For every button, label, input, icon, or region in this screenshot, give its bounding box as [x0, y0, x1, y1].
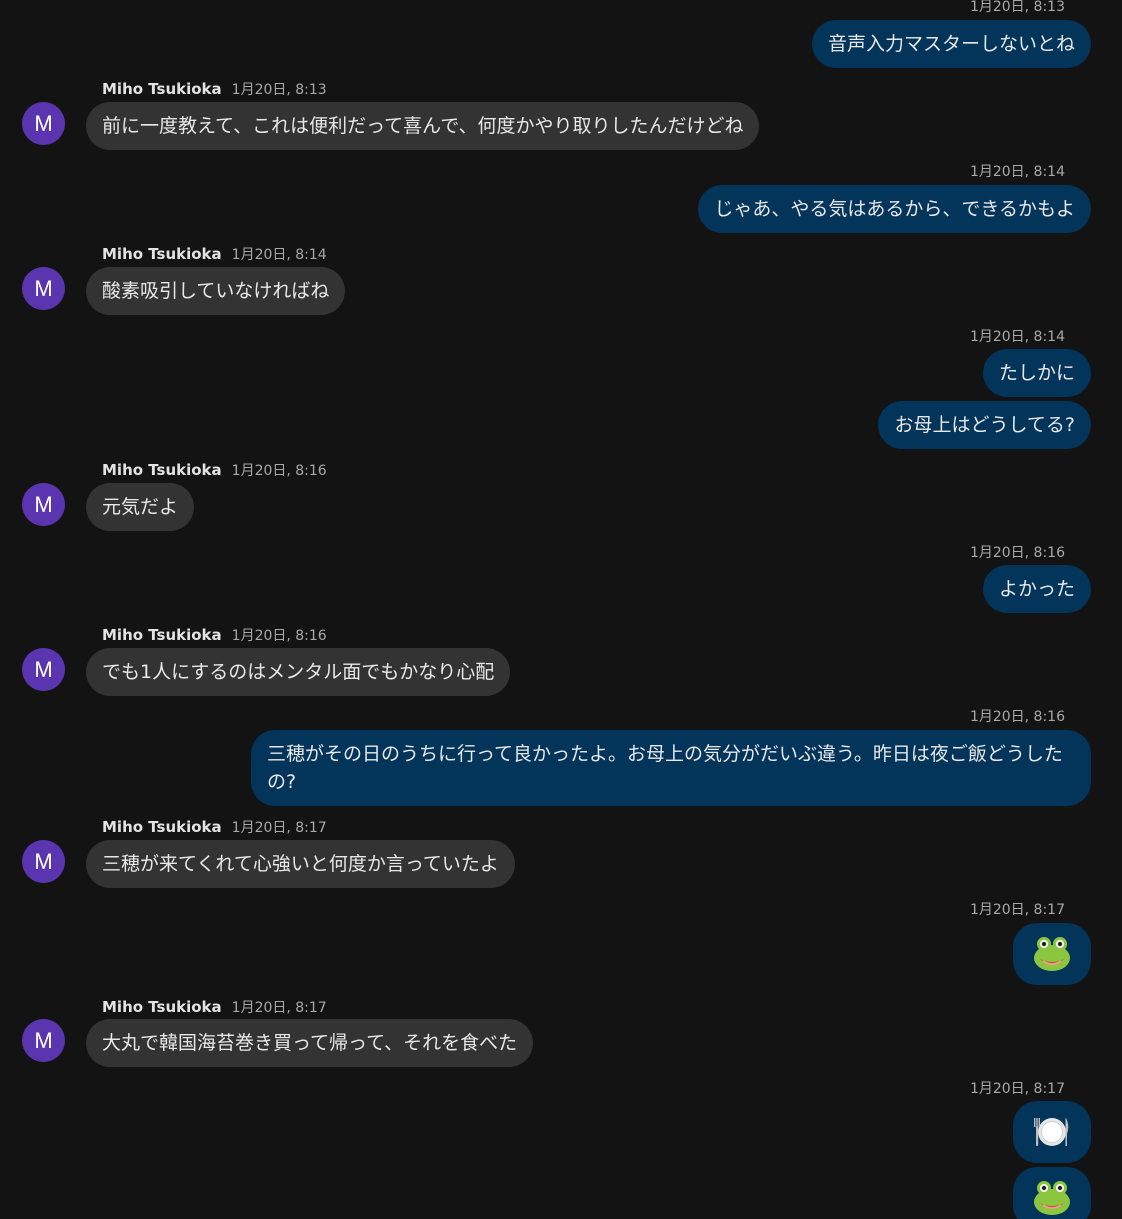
message-timestamp: 1月20日, 8:16	[231, 628, 327, 644]
sender-name: Miho Tsukioka	[102, 818, 222, 836]
incoming-message-bubble[interactable]: 元気だよ	[86, 483, 195, 531]
message-timestamp: 1月20日, 8:14	[969, 329, 1065, 345]
avatar[interactable]: M	[22, 267, 65, 310]
incoming-message-bubble[interactable]: でも1人にするのはメンタル面でもかなり心配	[86, 648, 511, 696]
message-timestamp: 1月20日, 8:13	[231, 82, 327, 98]
message-timestamp: 1月20日, 8:17	[969, 902, 1065, 918]
avatar[interactable]: M	[22, 483, 65, 526]
outgoing-message-bubble[interactable]: じゃあ、やる気はあるから、できるかもよ	[698, 185, 1091, 233]
frog-face-icon	[1034, 937, 1070, 971]
incoming-message-bubble[interactable]: 大丸で韓国海苔巻き買って帰って、それを食べた	[86, 1019, 534, 1067]
outgoing-message-bubble[interactable]: 音声入力マスターしないとね	[811, 20, 1091, 68]
outgoing-message-bubble[interactable]: お母上はどうしてる?	[878, 401, 1091, 449]
sender-name: Miho Tsukioka	[102, 245, 222, 263]
sender-name: Miho Tsukioka	[102, 626, 222, 644]
incoming-message-bubble[interactable]: 前に一度教えて、これは便利だって喜んで、何度かやり取りしたんだけどね	[86, 102, 760, 150]
message-header: Miho Tsukioka 1月20日, 8:14	[102, 246, 327, 263]
sender-name: Miho Tsukioka	[102, 998, 222, 1016]
avatar[interactable]: M	[22, 1019, 65, 1062]
outgoing-emoji-bubble[interactable]	[1013, 923, 1091, 985]
message-timestamp: 1月20日, 8:14	[231, 247, 327, 263]
message-timestamp: 1月20日, 8:17	[969, 1081, 1065, 1097]
frog-face-icon	[1034, 1181, 1070, 1215]
message-timestamp: 1月20日, 8:16	[969, 709, 1065, 725]
outgoing-emoji-bubble[interactable]	[1013, 1167, 1091, 1219]
outgoing-message-bubble[interactable]: よかった	[982, 565, 1091, 613]
message-timestamp: 1月20日, 8:13	[969, 0, 1065, 15]
chat-thread: 1月20日, 8:13 音声入力マスターしないとね Miho Tsukioka 1…	[0, 0, 1122, 1219]
message-header: Miho Tsukioka 1月20日, 8:17	[102, 819, 327, 836]
message-timestamp: 1月20日, 8:16	[969, 545, 1065, 561]
message-header: Miho Tsukioka 1月20日, 8:16	[102, 627, 327, 644]
outgoing-message-bubble[interactable]: たしかに	[982, 349, 1091, 397]
message-timestamp: 1月20日, 8:17	[231, 820, 327, 836]
sender-name: Miho Tsukioka	[102, 80, 222, 98]
incoming-message-bubble[interactable]: 酸素吸引していなければね	[86, 267, 346, 315]
message-header: Miho Tsukioka 1月20日, 8:16	[102, 462, 327, 479]
message-header: Miho Tsukioka 1月20日, 8:17	[102, 999, 327, 1016]
avatar[interactable]: M	[22, 102, 65, 145]
message-timestamp: 1月20日, 8:16	[231, 463, 327, 479]
avatar[interactable]: M	[22, 648, 65, 691]
avatar[interactable]: M	[22, 840, 65, 883]
message-timestamp: 1月20日, 8:17	[231, 1000, 327, 1016]
outgoing-emoji-bubble[interactable]	[1013, 1101, 1091, 1163]
fork-knife-plate-icon	[1034, 1118, 1069, 1146]
message-timestamp: 1月20日, 8:14	[969, 164, 1065, 180]
incoming-message-bubble[interactable]: 三穂が来てくれて心強いと何度か言っていたよ	[86, 840, 515, 888]
outgoing-message-bubble[interactable]: 三穂がその日のうちに行って良かったよ。お母上の気分がだいぶ違う。昨日は夜ご飯どう…	[251, 730, 1091, 806]
message-header: Miho Tsukioka 1月20日, 8:13	[102, 81, 327, 98]
sender-name: Miho Tsukioka	[102, 461, 222, 479]
